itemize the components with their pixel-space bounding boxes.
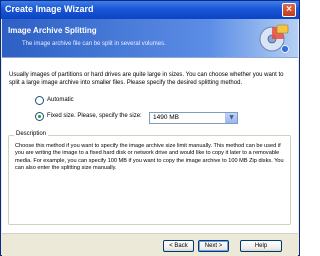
window-title: Create Image Wizard (5, 4, 94, 14)
wizard-disk-icon (259, 24, 289, 53)
radio-fixed-size[interactable] (35, 112, 44, 121)
intro-text: Usually images of partitions or hard dri… (9, 72, 284, 86)
close-icon: × (286, 4, 292, 15)
next-button[interactable]: Next > (198, 240, 229, 252)
radio-automatic-label[interactable]: Automatic (47, 97, 74, 103)
chevron-down-icon[interactable]: ▼ (225, 113, 237, 123)
description-text: Choose this method if you want to specif… (15, 143, 284, 171)
page-subtitle: The image archive file can be split in s… (22, 41, 166, 47)
radio-fixed-size-label[interactable]: Fixed size. Please, specify the size: (47, 113, 142, 119)
wizard-header: Image Archive Splitting The image archiv… (2, 19, 298, 57)
page-title: Image Archive Splitting (8, 26, 97, 35)
help-button[interactable]: Help (240, 240, 282, 252)
radio-automatic[interactable] (35, 96, 44, 105)
wizard-content: Usually images of partitions or hard dri… (2, 57, 298, 234)
split-size-combobox[interactable]: 1490 MB ▼ (149, 112, 238, 124)
wizard-window: Create Image Wizard × Image Archive Spli… (0, 0, 300, 256)
description-legend: Description (14, 131, 49, 137)
title-bar[interactable]: Create Image Wizard × (1, 1, 299, 19)
back-button[interactable]: < Back (163, 240, 194, 252)
wizard-footer: < Back Next > Help (2, 233, 298, 256)
description-group: Description Choose this method if you wa… (8, 131, 291, 225)
split-size-value[interactable]: 1490 MB (153, 114, 179, 121)
close-button[interactable]: × (282, 3, 296, 17)
